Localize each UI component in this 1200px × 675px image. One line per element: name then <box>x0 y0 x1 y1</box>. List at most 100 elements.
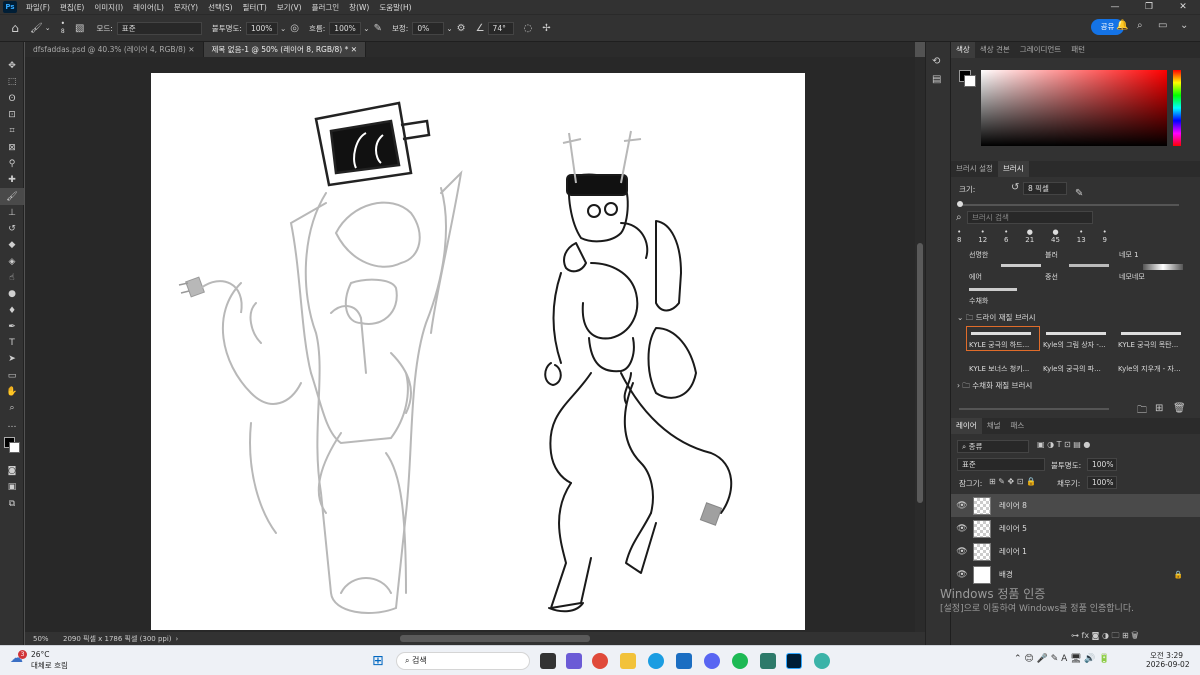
menu-window[interactable]: 창(W) <box>344 2 374 13</box>
tab-patterns[interactable]: 패턴 <box>1066 42 1090 58</box>
blend-mode-select[interactable]: 표준 <box>957 458 1045 471</box>
zoom-tool-icon[interactable]: ⌕ <box>0 400 24 416</box>
blur-tool-icon[interactable]: ♦ <box>0 302 24 318</box>
menu-image[interactable]: 이미지(I) <box>89 2 128 13</box>
chrome-icon[interactable] <box>592 653 608 669</box>
file-explorer-icon[interactable] <box>620 653 636 669</box>
tab-gradients[interactable]: 그레이디언트 <box>1015 42 1066 58</box>
slider-handle[interactable] <box>957 201 963 207</box>
layer-action-icons[interactable]: ⊶ fx ◙ ◑ 🗀 ⊞ 🗑 <box>1071 630 1138 644</box>
tray-icons[interactable]: ⌃ 😊 🎤 ✎ A 🖥 🔊 🔋 <box>1014 654 1110 664</box>
dodge-tool-icon[interactable]: ● <box>0 286 24 302</box>
brush-item[interactable]: 에어 <box>969 272 982 282</box>
angle-field[interactable]: 74° <box>487 21 514 35</box>
chevron-right-icon[interactable]: › <box>176 635 179 643</box>
canvas-area[interactable] <box>25 57 915 632</box>
more-tools-icon[interactable]: … <box>0 417 24 433</box>
menu-select[interactable]: 선택(S) <box>203 2 237 13</box>
stamp-tool-icon[interactable]: ⊥ <box>0 205 24 221</box>
taskbar-search[interactable]: ⌕ 검색 <box>396 652 530 670</box>
hand-tool-icon[interactable]: ✋ <box>0 384 24 400</box>
menu-edit[interactable]: 편집(E) <box>55 2 89 13</box>
chevron-down-icon[interactable]: ⌄ <box>280 24 286 33</box>
discord-icon[interactable] <box>704 653 720 669</box>
lasso-tool-icon[interactable]: ʘ <box>0 91 24 107</box>
brush-settings-icon[interactable]: ▧ <box>75 23 84 34</box>
eyedropper-tool-icon[interactable]: ⚲ <box>0 156 24 172</box>
tab-brushes[interactable]: 브러시 <box>997 161 1029 177</box>
app-icon[interactable] <box>814 653 830 669</box>
properties-icon[interactable]: ▤ <box>932 74 941 85</box>
new-brush-icon[interactable]: ✎ <box>1075 188 1083 199</box>
layer-row[interactable]: 👁 배경 🔒 <box>951 563 1200 586</box>
vertical-scrollbar[interactable] <box>915 57 925 632</box>
history-icon[interactable]: ⟲ <box>932 56 940 67</box>
document-info[interactable]: 2090 픽셀 x 1786 픽셀 (300 ppi) <box>63 634 172 644</box>
brush-group-dry[interactable]: ⌄ 🗀 드라이 재질 브러시 <box>957 312 1036 325</box>
brush-item[interactable]: Kyle의 지우개 - 자... <box>1118 364 1188 374</box>
eye-icon[interactable]: 👁 <box>951 570 973 580</box>
bg-color-swatch[interactable] <box>964 75 976 87</box>
hue-slider[interactable] <box>1173 70 1181 146</box>
menu-view[interactable]: 보기(V) <box>272 2 307 13</box>
object-select-tool-icon[interactable]: ⊡ <box>0 107 24 123</box>
edge-icon[interactable] <box>648 653 664 669</box>
flow-field[interactable]: 100% <box>329 21 362 35</box>
opacity-field[interactable]: 100% <box>245 21 278 35</box>
brush-item[interactable]: 네모 1 <box>1119 250 1139 260</box>
teams-icon[interactable] <box>566 653 582 669</box>
brush-tool-preset[interactable]: 🖌 ⌄ <box>30 23 51 34</box>
color-swatches[interactable] <box>0 433 23 463</box>
close-icon[interactable]: ✕ <box>188 45 194 54</box>
brush-size-picker[interactable]: • 8 <box>61 20 65 36</box>
preset-brush[interactable]: • 12 <box>978 228 987 248</box>
workspace-icon[interactable]: ▭ <box>1158 20 1167 31</box>
marquee-tool-icon[interactable]: ⬚ <box>0 74 24 90</box>
layer-row[interactable]: 👁 레이어 1 <box>951 540 1200 563</box>
brush-tool-icon[interactable]: 🖌 <box>0 188 24 205</box>
store-icon[interactable] <box>676 653 692 669</box>
brush-search-input[interactable]: 브러시 검색 <box>967 211 1093 224</box>
close-icon[interactable]: ✕ <box>1166 0 1200 14</box>
tab-brush-settings[interactable]: 브러시 설정 <box>951 161 998 177</box>
preset-brush[interactable]: • 13 <box>1077 228 1086 248</box>
chevron-down-icon[interactable]: ⌄ <box>1180 20 1188 31</box>
healing-brush-icon[interactable]: ✚ <box>0 172 24 188</box>
scroll-thumb[interactable] <box>917 243 923 503</box>
brush-group-watercolor[interactable]: › 🗀 수채화 재질 브러시 <box>957 380 1032 393</box>
eye-icon[interactable]: 👁 <box>951 547 973 557</box>
add-icon[interactable]: ⊞ <box>1155 403 1163 414</box>
history-brush-icon[interactable]: ↺ <box>0 221 24 237</box>
trash-icon[interactable]: 🗑 <box>1173 403 1186 414</box>
layer-opacity-field[interactable]: 100% <box>1087 458 1117 471</box>
tab-channels[interactable]: 채널 <box>982 418 1006 434</box>
spotify-icon[interactable] <box>732 653 748 669</box>
brush-item[interactable]: KYLE 궁극의 목탄... <box>1118 340 1188 350</box>
layer-row[interactable]: 👁 레이어 8 <box>951 494 1200 517</box>
pen-tool-icon[interactable]: ✒ <box>0 319 24 335</box>
tab-document-2[interactable]: 제목 없음-1 @ 50% (레이어 8, RGB/8) * ✕ <box>203 42 367 57</box>
preset-brush[interactable]: • 8 <box>957 228 961 248</box>
screen-mode-icon[interactable]: ▣ <box>0 479 24 495</box>
quick-mask-icon[interactable]: ◙ <box>0 463 24 479</box>
rectangle-tool-icon[interactable]: ▭ <box>0 368 24 384</box>
move-tool-icon[interactable]: ✥ <box>0 58 24 74</box>
menu-plugins[interactable]: 플러그인 <box>307 2 345 13</box>
menu-type[interactable]: 문자(Y) <box>169 2 203 13</box>
tab-swatches[interactable]: 색상 견본 <box>975 42 1015 58</box>
bell-icon[interactable]: 🔔 <box>1116 20 1128 31</box>
brush-item[interactable]: 블러 <box>1045 250 1058 260</box>
eraser-tool-icon[interactable]: ◆ <box>0 237 24 253</box>
airbrush-icon[interactable]: ✎ <box>374 23 382 34</box>
preset-brush[interactable]: ● 21 <box>1025 228 1034 248</box>
share-tool-icon[interactable]: ⧉ <box>0 495 24 511</box>
layer-filter-select[interactable]: ⌕ 종류 <box>957 440 1029 453</box>
chevron-down-icon[interactable]: ⌄ <box>446 24 452 33</box>
tab-layers[interactable]: 레이어 <box>951 418 982 434</box>
brush-item[interactable]: Kyle의 궁극의 파... <box>1043 364 1113 374</box>
brush-item[interactable]: 중선 <box>1045 272 1058 282</box>
home-icon[interactable]: ⌂ <box>0 21 30 35</box>
clock-date[interactable]: 2026-09-02 <box>1146 660 1190 669</box>
preset-brush[interactable]: • 9 <box>1103 228 1107 248</box>
search-icon[interactable]: ⌕ <box>1137 20 1143 31</box>
